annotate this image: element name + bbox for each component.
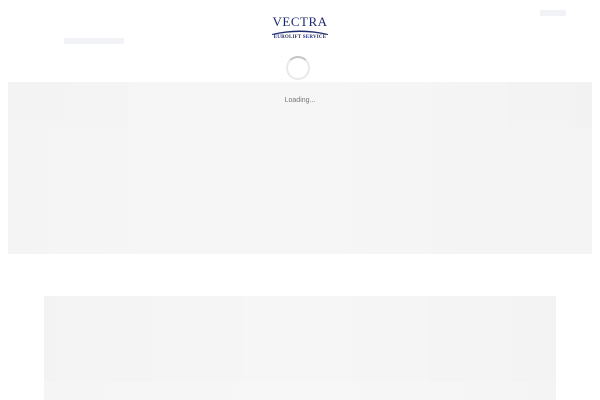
loading-screen: VECTRA EUROLIFT SERVICE Loading...: [0, 0, 600, 400]
background-image: [44, 296, 556, 400]
logo-subtitle: EUROLIFT SERVICE: [273, 35, 327, 40]
logo-title: VECTRA: [272, 14, 328, 29]
background-nav-item: [64, 38, 124, 44]
vectra-logo: VECTRA EUROLIFT SERVICE: [270, 15, 330, 41]
loading-text: Loading...: [284, 97, 316, 104]
loading-spinner-icon: [286, 56, 310, 80]
background-nav-item: [540, 10, 566, 16]
background-hero-image: [8, 82, 592, 254]
